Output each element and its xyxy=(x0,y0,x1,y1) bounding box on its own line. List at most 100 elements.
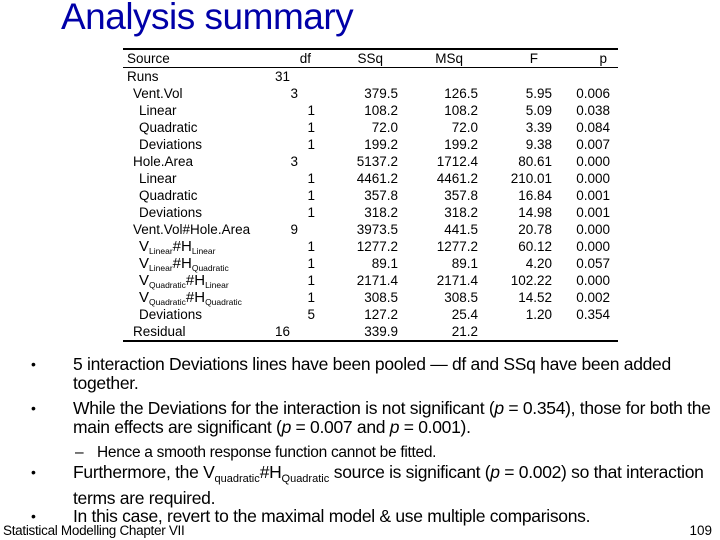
row-source: Hole.Area xyxy=(133,154,194,169)
row-df: 1 xyxy=(307,273,315,288)
table-row: Vent.Vol#Hole.Area 9 3973.5 441.5 20.78 … xyxy=(123,221,618,238)
row-msq: 1712.4 xyxy=(436,154,478,169)
row-ssq: 3973.5 xyxy=(356,222,398,237)
bullet-item: • 5 interaction Deviations lines have be… xyxy=(31,354,713,393)
source-v: V xyxy=(139,255,150,272)
table-row: Quadratic 1 72.0 72.0 3.39 0.084 xyxy=(123,119,618,136)
row-ssq: 379.5 xyxy=(364,86,398,101)
row-msq: 318.2 xyxy=(444,205,478,220)
row-df: 9 xyxy=(290,222,298,237)
row-source: Vent.Vol#Hole.Area xyxy=(133,222,251,237)
bullet-text: 5 interaction Deviations lines have been… xyxy=(73,354,671,393)
row-f: 5.09 xyxy=(525,103,552,118)
row-df: 1 xyxy=(307,205,315,220)
subscript: Quadratic xyxy=(281,473,330,485)
row-msq: 199.2 xyxy=(444,137,478,152)
table-row: Linear 1 4461.2 4461.2 210.01 0.000 xyxy=(123,170,618,187)
row-ssq: 5137.2 xyxy=(356,154,398,169)
row-df: 1 xyxy=(307,171,315,186)
anova-table: Source df SSq MSq F p Runs 31 Vent.Vol 3… xyxy=(123,48,618,342)
source-v: V xyxy=(139,289,150,306)
row-ssq: 127.2 xyxy=(364,307,398,322)
row-ssq: 89.1 xyxy=(371,256,398,271)
row-ssq: 308.5 xyxy=(364,290,398,305)
row-f: 102.22 xyxy=(510,273,552,288)
row-p: 0.000 xyxy=(576,239,610,254)
source-h: #H xyxy=(172,238,192,255)
row-ssq: 2171.4 xyxy=(356,273,398,288)
row-p: 0.007 xyxy=(576,137,610,152)
row-p: 0.001 xyxy=(576,188,610,203)
row-f: 9.38 xyxy=(525,137,552,152)
p-symbol: p xyxy=(490,462,500,482)
row-ssq: 1277.2 xyxy=(356,239,398,254)
text-run: = 0.354), xyxy=(503,398,576,418)
row-ssq: 199.2 xyxy=(364,137,398,152)
row-source: Quadratic xyxy=(139,188,198,203)
bullet-dot-icon: • xyxy=(31,464,36,480)
row-f: 16.84 xyxy=(518,188,552,203)
text-run: #H xyxy=(259,462,282,482)
table-row: Linear 1 108.2 108.2 5.09 0.038 xyxy=(123,102,618,119)
row-df: 16 xyxy=(274,324,290,339)
text-run: While the Deviations for the interaction… xyxy=(73,398,495,418)
p-symbol: p xyxy=(281,417,292,437)
row-df: 3 xyxy=(290,86,298,101)
row-df: 1 xyxy=(307,137,315,152)
row-ssq: 72.0 xyxy=(371,120,398,135)
row-msq: 21.2 xyxy=(451,324,478,339)
table-row: VQuadratic#HLinear 1 2171.4 2171.4 102.2… xyxy=(123,272,618,290)
row-msq: 72.0 xyxy=(451,120,478,135)
table-row: Residual 16 339.9 21.2 xyxy=(123,323,618,340)
table-row: Quadratic 1 357.8 357.8 16.84 0.001 xyxy=(123,187,618,204)
row-p: 0.006 xyxy=(576,86,610,101)
row-source: Quadratic xyxy=(139,120,198,135)
bullet-text: Furthermore, the Vquadratic#HQuadratic s… xyxy=(73,462,704,508)
row-p: 0.001 xyxy=(576,205,610,220)
row-msq: 89.1 xyxy=(451,256,478,271)
row-source: Linear xyxy=(139,103,177,118)
row-p: 0.002 xyxy=(576,290,610,305)
text-run: = 0.001). xyxy=(399,417,471,437)
row-df: 3 xyxy=(290,154,298,169)
row-source: Deviations xyxy=(139,137,203,152)
row-f: 5.95 xyxy=(525,86,552,101)
row-f: 80.61 xyxy=(518,154,552,169)
header-source: Source xyxy=(127,51,170,66)
header-df: df xyxy=(299,51,311,66)
source-h: #H xyxy=(185,272,206,289)
page-number: 109 xyxy=(689,523,712,538)
bullet-dot-icon: • xyxy=(31,356,36,372)
row-msq: 2171.4 xyxy=(436,273,478,288)
row-ssq: 4461.2 xyxy=(356,171,398,186)
row-f: 4.20 xyxy=(525,256,552,271)
sub-bullet-text: Hence a smooth response function cannot … xyxy=(97,444,437,461)
subscript: quadratic xyxy=(214,473,260,485)
row-msq: 108.2 xyxy=(444,103,478,118)
row-p: 0.354 xyxy=(576,307,610,322)
table-row: Hole.Area 3 5137.2 1712.4 80.61 0.000 xyxy=(123,153,618,170)
bullet-dot-icon: • xyxy=(31,400,36,416)
row-df: 1 xyxy=(307,256,315,271)
table-row: Deviations 5 127.2 25.4 1.20 0.354 xyxy=(123,306,618,323)
row-source: Linear xyxy=(139,171,177,186)
text-run: Furthermore, the V xyxy=(73,462,215,482)
table-row: Vent.Vol 3 379.5 126.5 5.95 0.006 xyxy=(123,85,618,102)
row-f: 1.20 xyxy=(525,307,552,322)
slide-title: Analysis summary xyxy=(61,0,354,37)
source-v: V xyxy=(139,238,150,255)
text-run: source is significant ( xyxy=(329,462,491,482)
row-msq: 4461.2 xyxy=(436,171,478,186)
row-ssq: 357.8 xyxy=(364,188,398,203)
row-source: Runs xyxy=(127,69,159,84)
row-p: 0.000 xyxy=(576,171,610,186)
bullet-item: • Furthermore, the Vquadratic#HQuadratic… xyxy=(31,462,713,508)
row-p: 0.084 xyxy=(576,120,610,135)
source-v: V xyxy=(139,272,150,289)
text-run: = 0.007 and xyxy=(291,417,390,437)
footer-course-label: Statistical Modelling Chapter VII xyxy=(3,523,185,538)
p-symbol: p xyxy=(389,417,400,437)
row-source: Vent.Vol xyxy=(133,86,183,101)
table-header-row: Source df SSq MSq F p xyxy=(123,50,618,68)
row-p: 0.038 xyxy=(576,103,610,118)
